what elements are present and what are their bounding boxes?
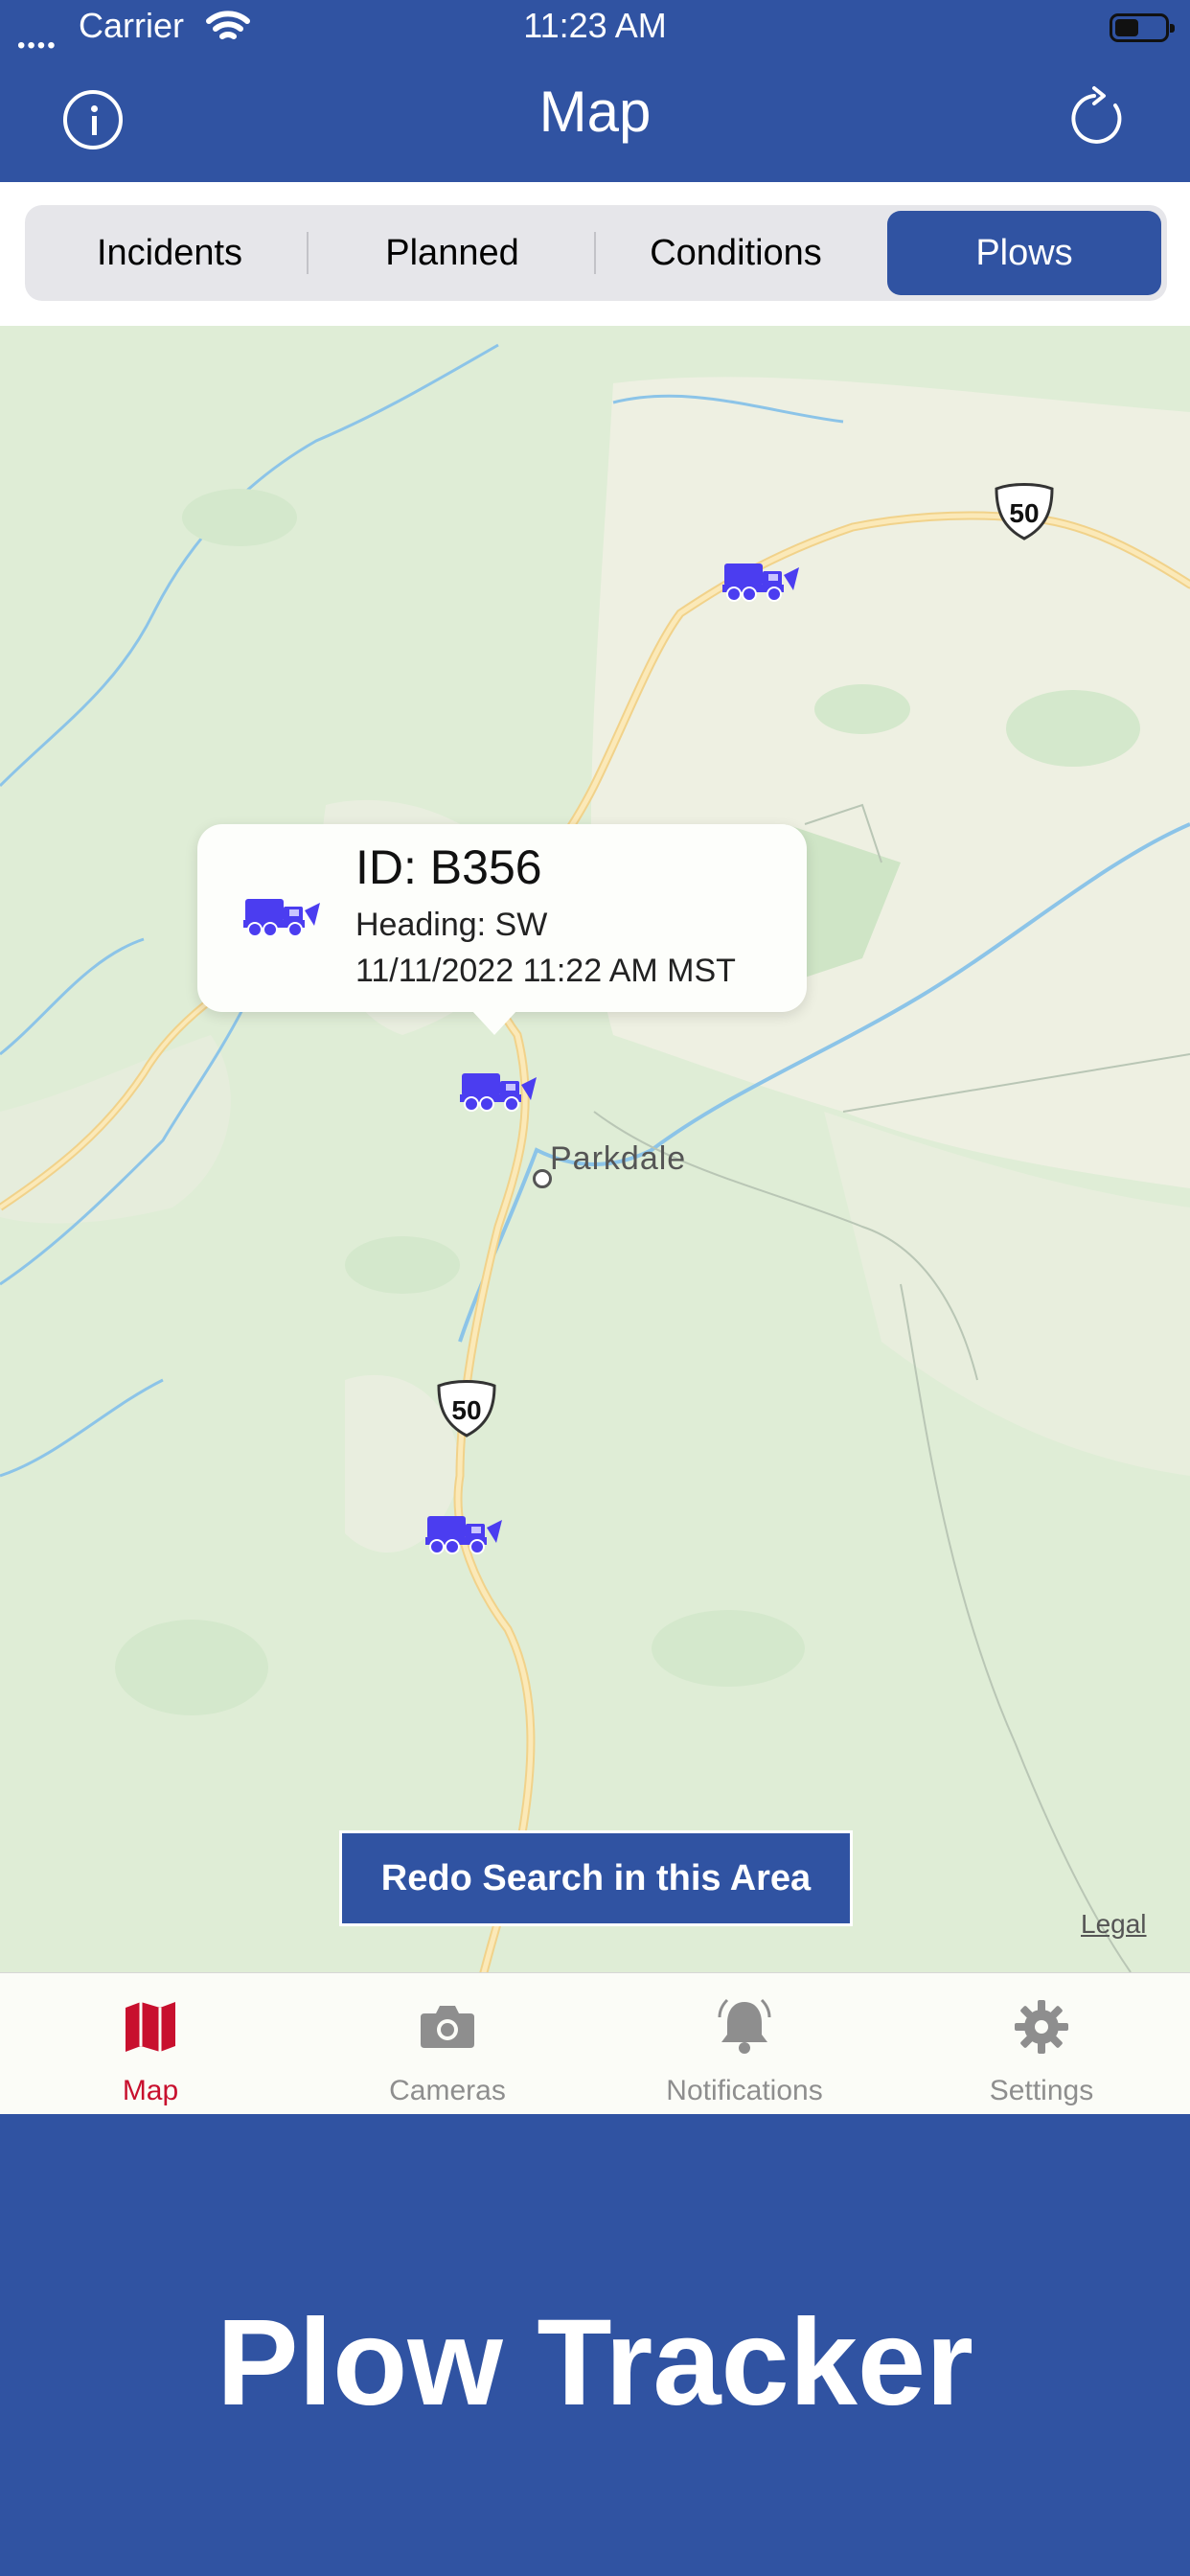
segmented-control: Incidents Planned Conditions Plows <box>25 205 1167 301</box>
battery-icon <box>1110 13 1175 42</box>
page-title: Map <box>538 80 652 144</box>
gear-icon <box>1015 2000 1068 2054</box>
map-icon <box>126 2002 175 2052</box>
tab-label: Cameras <box>389 2075 506 2106</box>
highway-shield-label: 50 <box>1009 498 1040 528</box>
callout-timestamp: 11/11/2022 11:22 AM MST <box>355 953 736 989</box>
legal-link[interactable]: Legal <box>1081 1909 1147 1940</box>
tab-label: Notifications <box>666 2075 823 2106</box>
town-label: Parkdale <box>550 1140 687 1177</box>
camera-icon <box>421 2006 474 2048</box>
tab-label: Map <box>122 2075 179 2106</box>
top-bar: •••• Carrier 11:23 AM Map <box>0 0 1190 182</box>
promo-banner: Plow Tracker <box>0 2114 1190 2576</box>
banner-title: Plow Tracker <box>217 2294 973 2431</box>
segment-planned[interactable]: Planned <box>312 211 592 295</box>
filter-bar: Incidents Planned Conditions Plows <box>0 182 1190 326</box>
tab-cameras[interactable]: Cameras <box>299 1973 596 2115</box>
segment-plows[interactable]: Plows <box>887 211 1161 295</box>
tab-map[interactable]: Map <box>2 1973 299 2115</box>
plow-marker-icon[interactable] <box>423 1510 504 1556</box>
callout-pointer <box>471 1010 517 1035</box>
tab-notifications[interactable]: Notifications <box>596 1973 893 2115</box>
status-time: 11:23 AM <box>523 6 667 45</box>
plow-marker-icon[interactable] <box>721 558 801 604</box>
refresh-icon[interactable] <box>1065 84 1133 151</box>
callout-plow-id: ID: B356 <box>355 840 542 894</box>
map-view[interactable]: 50 50 Parkdale ID: B356 Heading: SW 11/1… <box>0 326 1190 1972</box>
status-bar: •••• Carrier 11:23 AM <box>0 0 1190 58</box>
tab-bar: Map Cameras Notifications Settings <box>0 1972 1190 2115</box>
plow-marker-icon[interactable] <box>458 1068 538 1114</box>
redo-search-button[interactable]: Redo Search in this Area <box>339 1830 853 1926</box>
segment-divider <box>307 232 309 274</box>
tab-settings[interactable]: Settings <box>893 1973 1190 2115</box>
segment-conditions[interactable]: Conditions <box>596 211 876 295</box>
highway-shield-icon: 50 <box>435 1380 498 1439</box>
bell-icon <box>718 1998 771 2054</box>
segment-incidents[interactable]: Incidents <box>31 211 309 295</box>
tab-label: Settings <box>989 2075 1094 2106</box>
highway-shield-label: 50 <box>451 1395 482 1425</box>
plow-callout[interactable]: ID: B356 Heading: SW 11/11/2022 11:22 AM… <box>197 824 807 1035</box>
callout-heading: Heading: SW <box>355 907 548 943</box>
plow-icon <box>243 899 320 937</box>
town-marker-icon <box>533 1169 552 1188</box>
highway-shield-icon: 50 <box>993 483 1056 542</box>
